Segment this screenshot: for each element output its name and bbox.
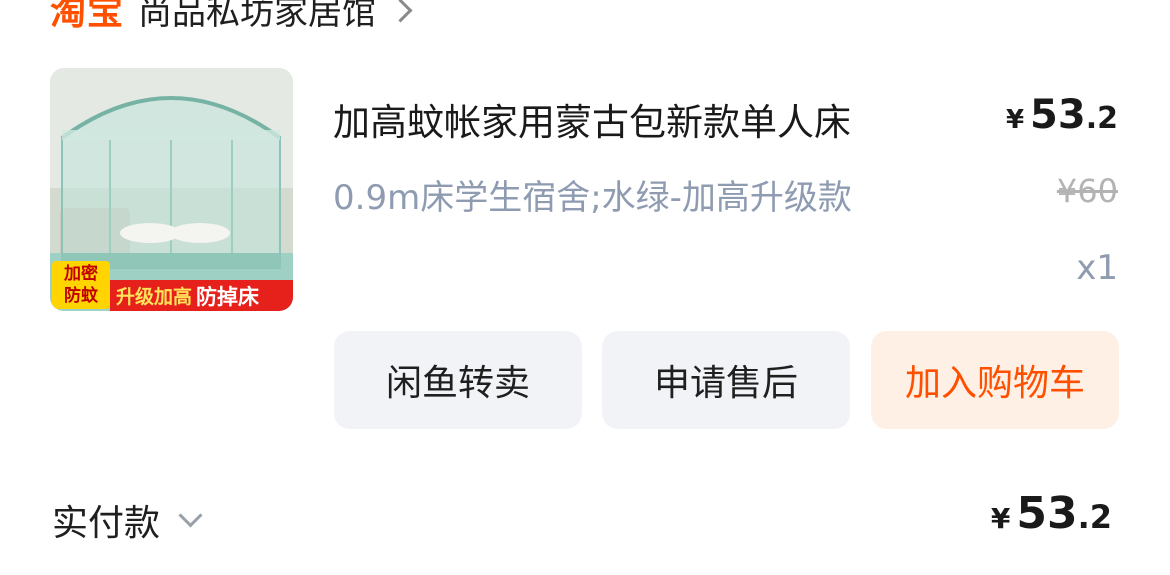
amount-decimal: .2 [1077,498,1112,536]
currency-symbol: ¥ [990,502,1011,535]
chevron-down-icon[interactable] [178,502,203,528]
product-image[interactable]: 加密 防蚊 升级加高 防掉床 [50,68,293,311]
shop-header[interactable]: 淘宝 尚品私坊家居馆 [50,0,413,34]
price-decimal: .2 [1085,101,1118,136]
after-sales-button[interactable]: 申请售后 [602,331,850,429]
paid-amount: ¥53.2 [991,488,1112,539]
badge-text: 防掉床 [196,284,260,309]
image-badge-upgrade: 升级加高 防掉床 [110,280,293,311]
shop-name[interactable]: 尚品私坊家居馆 [138,0,376,34]
badge-text: 防蚊 [64,286,98,306]
taobao-logo: 淘宝 [50,0,125,33]
resell-button[interactable]: 闲鱼转卖 [334,331,582,429]
badge-text: 加密 [64,264,98,284]
add-to-cart-button[interactable]: 加入购物车 [871,331,1119,429]
quantity: x1 [1076,248,1118,288]
price-integer: 53 [1030,92,1086,138]
badge-text: 升级加高 [116,286,193,308]
product-price: ¥53.2 [1006,92,1118,138]
amount-integer: 53 [1016,488,1078,539]
currency-symbol: ¥ [1005,105,1025,135]
image-badge-anti-mosquito: 加密 防蚊 [52,261,110,309]
product-title[interactable]: 加高蚊帐家用蒙古包新款单人床 [333,92,851,146]
original-price: ¥60 [1056,172,1118,210]
chevron-right-icon[interactable] [388,0,413,23]
paid-amount-toggle[interactable]: 实付款 [52,494,203,546]
product-spec: 0.9m床学生宿舍;水绿-加高升级款 [333,178,852,218]
paid-label: 实付款 [52,503,161,544]
